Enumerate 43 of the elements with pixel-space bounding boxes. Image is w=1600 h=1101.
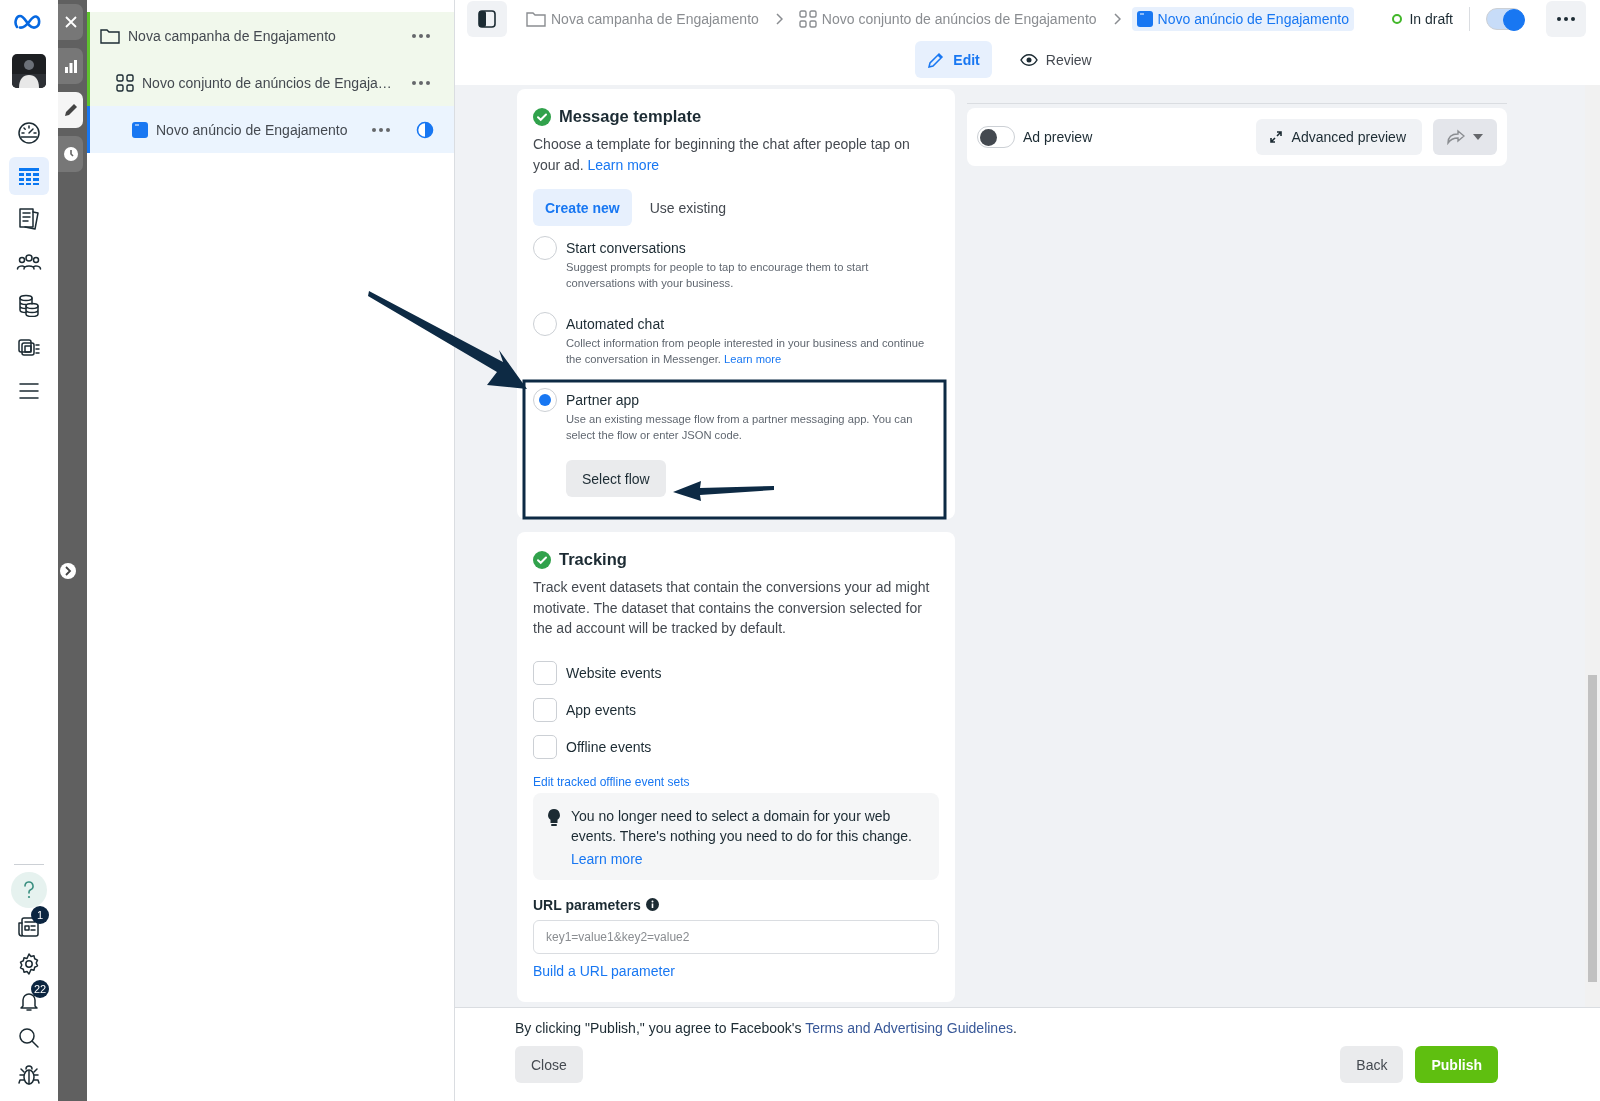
advanced-preview-button[interactable]: Advanced preview bbox=[1255, 119, 1422, 155]
select-flow-button[interactable]: Select flow bbox=[566, 460, 666, 497]
terms-link[interactable]: Terms and Advertising Guidelines bbox=[805, 1020, 1013, 1036]
build-url-parameter-link[interactable]: Build a URL parameter bbox=[533, 962, 939, 979]
tree-label: Novo anúncio de Engajamento bbox=[156, 121, 349, 138]
option-title: Partner app bbox=[566, 391, 641, 410]
tree-label: Novo conjunto de anúncios de Engaja… bbox=[142, 74, 393, 91]
option-description: Collect information from people interested in your business and continue the conversation in Messenger. Learn more bbox=[566, 336, 926, 367]
mode-tab[interactable]: Edit bbox=[915, 41, 992, 78]
option-title: Start conversations bbox=[566, 239, 687, 258]
option-title: Automated chat bbox=[566, 315, 666, 334]
count-badge: 1 bbox=[31, 906, 49, 924]
section-description: Track event datasets that contain the conversions your ad might motivate. The dataset that contains the conversion selected for the ad account will be tracked by default. bbox=[533, 578, 931, 638]
terms-notice: By clicking "Publish," you agree to Facebook's Terms and Advertising Guidelines. bbox=[515, 1020, 1018, 1036]
learn-more-link[interactable]: Learn more bbox=[571, 850, 927, 867]
tree-row[interactable]: Nova campanha de Engajamento bbox=[87, 12, 454, 59]
checkbox-label: Website events bbox=[566, 664, 662, 681]
section-title: Message template bbox=[559, 107, 702, 126]
section-description: Choose a template for beginning the chat after people tap on your ad. Learn more bbox=[533, 135, 911, 175]
option-description: Suggest prompts for people to tap to encourage them to start conversations with your business. bbox=[566, 260, 870, 291]
tree-label: Nova campanha de Engajamento bbox=[128, 27, 337, 44]
status-label: In draft bbox=[1409, 10, 1453, 27]
checkbox-label: App events bbox=[566, 701, 637, 718]
edit-event-sets-link[interactable]: Edit tracked offline event sets bbox=[533, 774, 939, 789]
notice-text: You no longer need to select a domain for your web events. There's nothing you need to do for this change. bbox=[571, 806, 913, 846]
nav-button[interactable]: 22 bbox=[9, 982, 49, 1019]
field-label: URL parameters bbox=[533, 896, 641, 913]
nav-button[interactable]: 1 bbox=[9, 908, 49, 945]
learn-more-link[interactable]: Learn more bbox=[587, 156, 660, 173]
template-tab[interactable]: Use existing bbox=[637, 189, 738, 226]
toggle-label: Ad preview bbox=[1023, 129, 1094, 145]
breadcrumb[interactable]: Novo anúncio de Engajamento bbox=[1131, 6, 1355, 31]
count-badge: 22 bbox=[31, 980, 50, 998]
footer-button[interactable]: Back bbox=[1340, 1046, 1404, 1083]
learn-more-link[interactable]: Learn more bbox=[723, 353, 782, 365]
tree-row[interactable]: Novo anúncio de Engajamento bbox=[87, 106, 454, 153]
mode-tab[interactable]: Review bbox=[1007, 41, 1104, 78]
option-description: Use an existing message flow from a partner messaging app. You can select the flow or enter JSON code. bbox=[566, 412, 914, 443]
template-tab[interactable]: Create new bbox=[533, 189, 632, 226]
tree-row[interactable]: Novo conjunto de anúncios de Engaja… bbox=[87, 59, 454, 106]
checkbox-label: Offline events bbox=[566, 738, 652, 755]
footer-button[interactable]: Close bbox=[515, 1046, 583, 1083]
section-title: Tracking bbox=[559, 550, 627, 569]
